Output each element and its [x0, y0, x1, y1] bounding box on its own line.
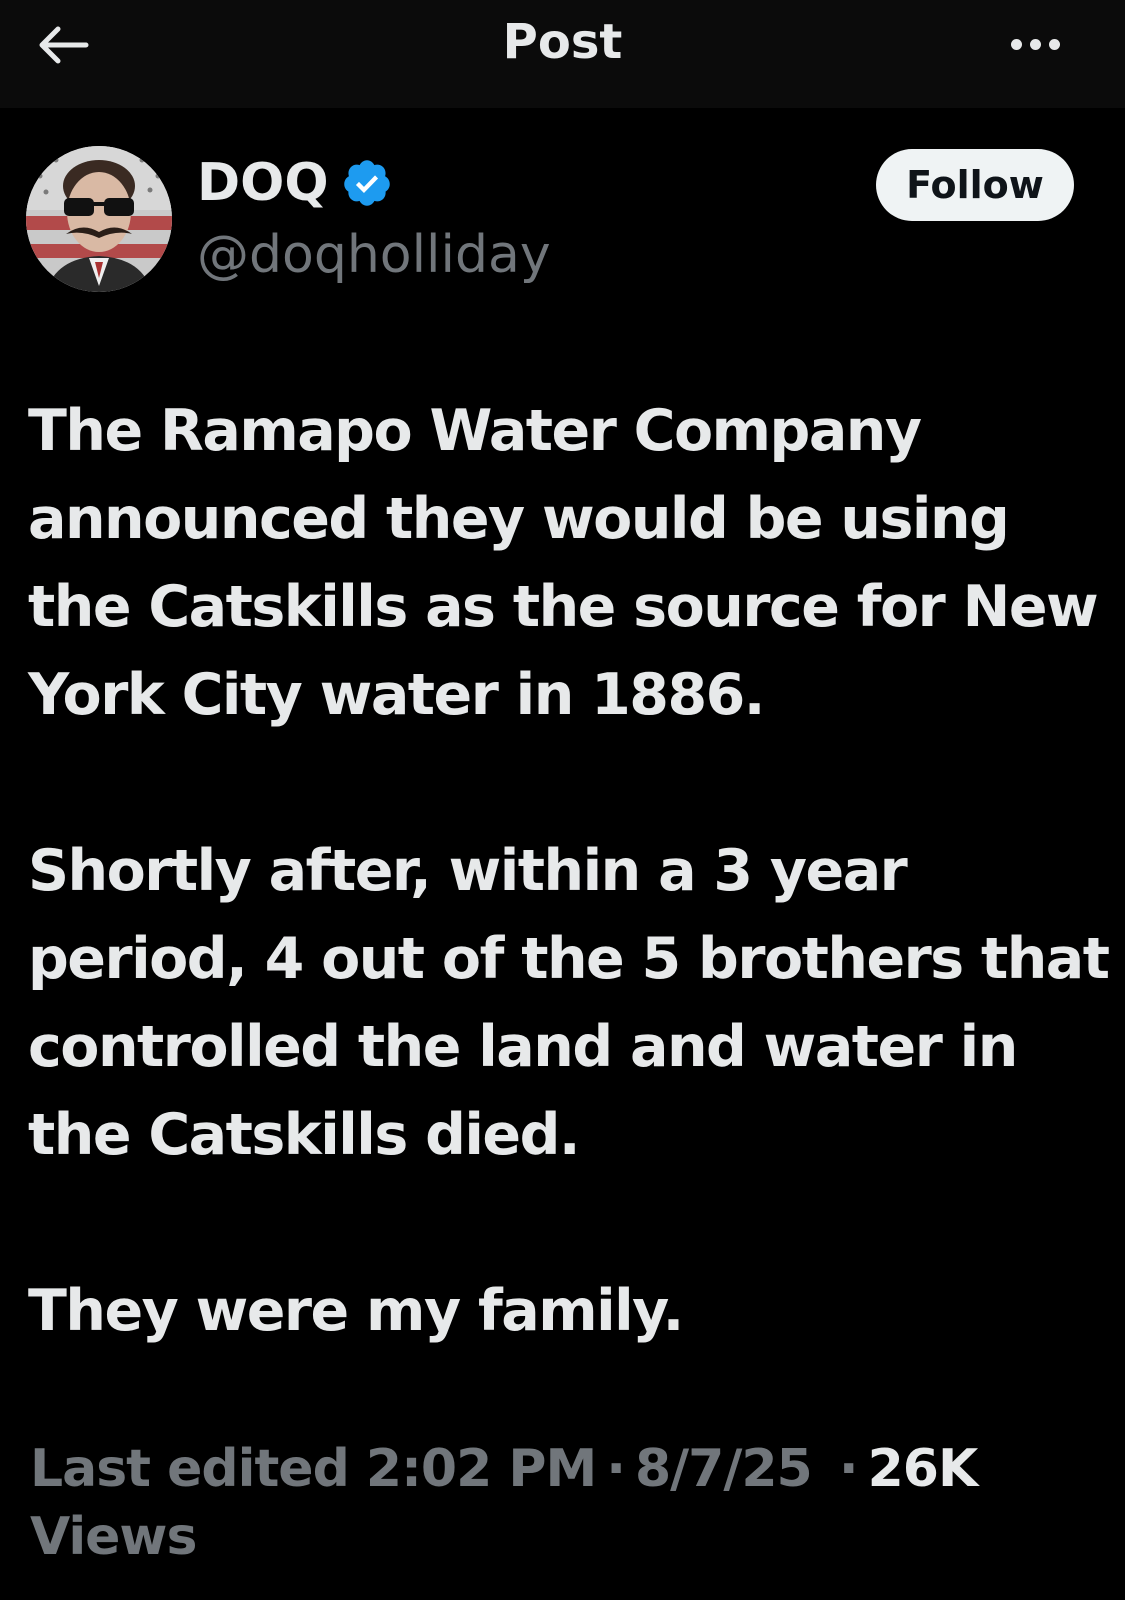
author-display-name: DOQ: [197, 153, 329, 213]
top-bar: Post: [0, 0, 1125, 108]
ellipsis-icon: [1007, 35, 1064, 54]
post-paragraph: They were my family.: [28, 1278, 684, 1344]
post-text: The Ramapo Water Company announced they …: [28, 387, 1113, 1355]
avatar[interactable]: [26, 146, 172, 292]
post-paragraph: The Ramapo Water Company announced they …: [28, 398, 1099, 728]
more-options-button[interactable]: [995, 14, 1075, 74]
post-date: 8/7/25: [635, 1439, 813, 1499]
author-handle[interactable]: @doqholliday: [197, 222, 551, 288]
last-edited-label[interactable]: Last edited: [30, 1439, 350, 1499]
separator: ·: [606, 1439, 626, 1499]
post-paragraph: Shortly after, within a 3 year period, 4…: [28, 838, 1110, 1168]
avatar-image: [26, 146, 172, 292]
post-metadata: Last edited 2:02 PM · 8/7/25 · 26K Views: [30, 1435, 1090, 1571]
author-name[interactable]: DOQ: [197, 150, 393, 216]
post-time: 2:02 PM: [365, 1439, 597, 1499]
follow-button[interactable]: Follow: [876, 149, 1074, 221]
views-count: 26K: [867, 1439, 979, 1499]
separator: ·: [838, 1439, 859, 1499]
views-label: Views: [30, 1507, 197, 1567]
verified-badge-icon: [343, 160, 390, 206]
page-title: Post: [502, 14, 623, 70]
